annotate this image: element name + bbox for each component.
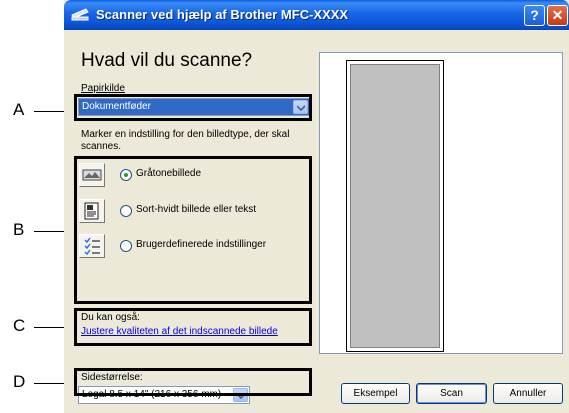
callout-box-d <box>74 368 312 396</box>
help-button[interactable]: ? <box>524 5 545 26</box>
callout-box-a <box>74 94 312 121</box>
title-bar[interactable]: Scanner ved hjælp af Brother MFC-XXXX ? … <box>64 0 569 30</box>
callout-d: D <box>13 372 26 391</box>
cancel-button[interactable]: Annuller <box>493 383 563 404</box>
callout-c: C <box>13 316 26 335</box>
scanner-dialog: Scanner ved hjælp af Brother MFC-XXXX ? … <box>64 0 569 413</box>
window-title: Scanner ved hjælp af Brother MFC-XXXX <box>96 7 349 22</box>
callout-a: A <box>13 100 25 119</box>
scan-button[interactable]: Scan <box>416 383 487 404</box>
paper-source-label: Papirkilde <box>81 83 125 94</box>
preview-scan-area <box>350 64 440 348</box>
callout-box-c <box>74 308 312 346</box>
close-button[interactable]: ✕ <box>547 5 568 26</box>
scanner-icon <box>71 8 89 21</box>
preview-button[interactable]: Eksempel <box>341 383 410 404</box>
callout-box-b <box>74 156 312 304</box>
callout-b: B <box>13 220 25 239</box>
page-title: Hvad vil du scanne? <box>81 50 253 71</box>
image-type-description: Marker en indstilling for den billedtype… <box>81 129 290 152</box>
